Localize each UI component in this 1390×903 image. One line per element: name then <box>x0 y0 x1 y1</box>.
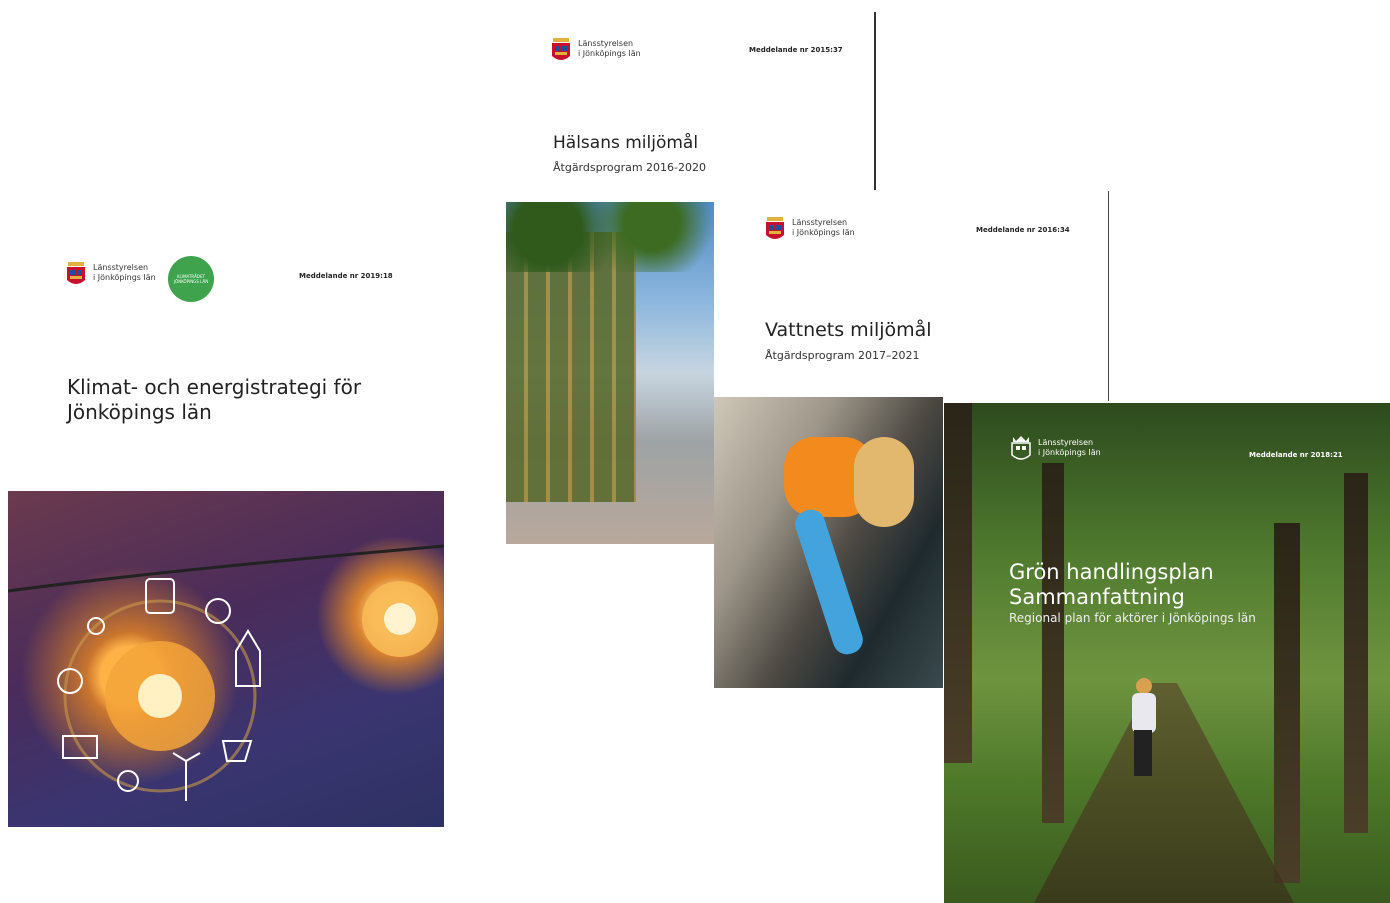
org-name-line1: Länsstyrelsen <box>578 39 634 48</box>
child-legs <box>1134 730 1152 776</box>
org-name-line1: Länsstyrelsen <box>1038 438 1094 447</box>
publication-number: Meddelande nr 2019:18 <box>299 272 393 280</box>
publication-number: Meddelande nr 2015:37 <box>749 46 843 54</box>
title-line1: Grön handlingsplan <box>1009 560 1214 584</box>
tree-trunk <box>1344 473 1368 833</box>
lansstyrelsen-logo: Länsstyrelsen i Jönköpings län <box>1010 433 1101 463</box>
report-subtitle: Åtgärdsprogram 2017–2021 <box>765 349 920 362</box>
lansstyrelsen-logo: Länsstyrelsen i Jönköpings län <box>65 258 156 288</box>
report-title: Hälsans miljömål <box>553 133 699 153</box>
tree-trunk <box>1042 463 1064 823</box>
org-name-line1: Länsstyrelsen <box>93 263 149 272</box>
klimatradet-badge: KLIMATRÅDET JÖNKÖPINGS LÄN <box>168 256 214 302</box>
report-subtitle: Åtgärdsprogram 2016-2020 <box>553 161 707 174</box>
crest-icon <box>67 262 85 284</box>
org-name-line2: i Jönköpings län <box>578 49 641 58</box>
crest-icon <box>1011 436 1031 460</box>
badge-line2: JÖNKÖPINGS LÄN <box>173 279 209 284</box>
publication-number: Meddelande nr 2018:21 <box>1249 451 1343 459</box>
forest-path <box>1034 683 1294 903</box>
cover-header: Länsstyrelsen i Jönköpings län Meddeland… <box>506 12 876 190</box>
child-body <box>1132 693 1156 733</box>
climate-icons-ring <box>8 544 444 801</box>
report-subtitle: Regional plan för aktörer i Jönköpings l… <box>1009 611 1256 625</box>
publication-number: Meddelande nr 2016:34 <box>976 226 1070 234</box>
report-cover-gron-handlingsplan: Länsstyrelsen i Jönköpings län Meddeland… <box>944 403 1390 903</box>
glass-facade <box>506 232 636 502</box>
cover-photo-light-bulbs <box>8 491 444 827</box>
cover-photo-children-water <box>714 397 943 688</box>
child-arm <box>791 506 867 658</box>
report-title: Klimat- och energistrategi för Jönköping… <box>67 375 361 425</box>
running-child <box>1130 678 1156 778</box>
child-head <box>1136 678 1152 694</box>
child-hair <box>854 437 914 527</box>
tree-trunk <box>1274 523 1300 883</box>
title-line2: Sammanfattning <box>1009 585 1185 609</box>
lansstyrelsen-logo: Länsstyrelsen i Jönköpings län <box>764 213 855 243</box>
cover-photo-glass-building <box>506 202 714 544</box>
lansstyrelsen-logo: Länsstyrelsen i Jönköpings län <box>550 34 641 64</box>
title-line1: Klimat- och energistrategi för <box>67 375 362 399</box>
crest-icon <box>552 38 570 60</box>
org-name-line2: i Jönköpings län <box>93 273 156 282</box>
org-name-line1: Länsstyrelsen <box>792 218 848 227</box>
title-line2: Jönköpings län <box>67 400 212 424</box>
cover-header: Länsstyrelsen i Jönköpings län Meddeland… <box>714 191 1109 401</box>
tree-trunk <box>944 403 972 763</box>
report-title: Vattnets miljömål <box>765 319 932 341</box>
org-name-line2: i Jönköpings län <box>1038 448 1101 457</box>
org-name-line2: i Jönköpings län <box>792 228 855 237</box>
report-cover-klimat: Länsstyrelsen i Jönköpings län KLIMATRÅD… <box>8 200 444 827</box>
tree-leaves <box>506 202 714 272</box>
crest-icon <box>766 217 784 239</box>
report-title: Grön handlingsplan Sammanfattning <box>1009 560 1214 610</box>
